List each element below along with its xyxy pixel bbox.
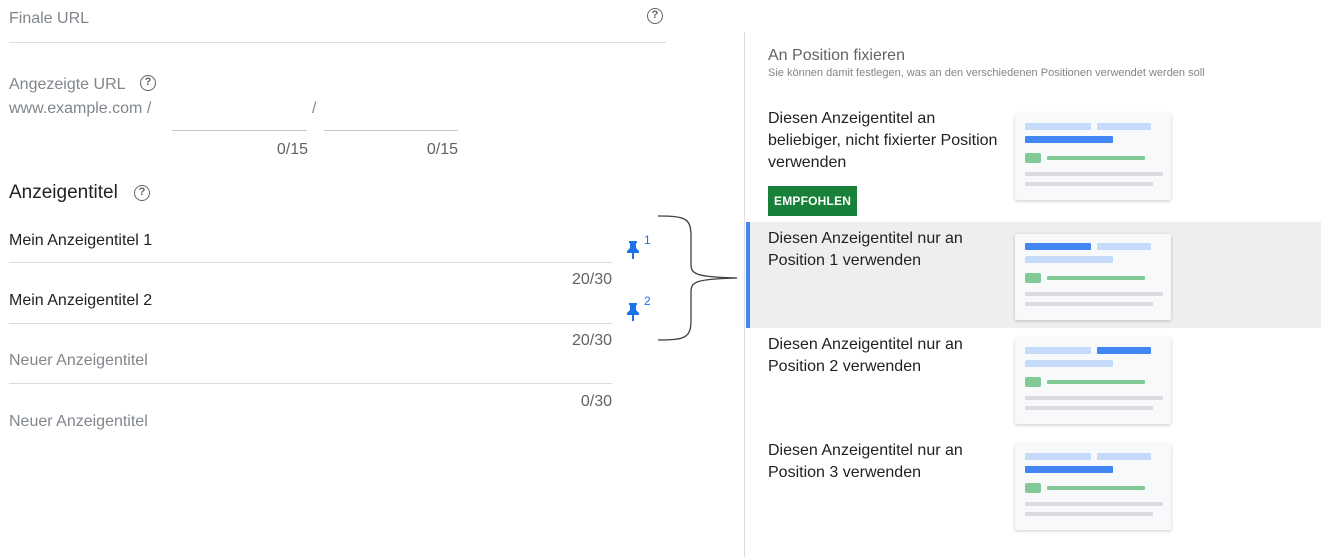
- headline-counter: 20/30: [571, 332, 612, 349]
- pin-option-label: Diesen Anzeigentitel nur an Position 2 v…: [768, 336, 963, 375]
- pin-option-label: Diesen Anzeigentitel nur an Position 3 v…: [768, 442, 963, 481]
- path2-input[interactable]: [324, 130, 458, 131]
- headline-counter: 0/30: [580, 393, 612, 410]
- headline-input-3[interactable]: Neuer Anzeigentitel: [9, 352, 148, 370]
- help-icon[interactable]: ?: [134, 185, 150, 201]
- pin-option-any[interactable]: Diesen Anzeigentitel an beliebiger, nich…: [746, 102, 1321, 220]
- headline-counter: 20/30: [571, 271, 612, 288]
- pin-panel-title: An Position fixieren: [768, 47, 905, 64]
- pin-option-position-1[interactable]: Diesen Anzeigentitel nur an Position 1 v…: [746, 222, 1321, 328]
- path1-counter: 0/15: [276, 141, 308, 158]
- ad-preview-thumbnail: [1015, 114, 1171, 200]
- headline-input-4[interactable]: Neuer Anzeigentitel: [9, 413, 148, 431]
- final-url-underline: [9, 42, 666, 43]
- bracket-connector: [657, 215, 738, 341]
- pin-option-position-2[interactable]: Diesen Anzeigentitel nur an Position 2 v…: [746, 330, 1321, 434]
- headline-underline: [9, 383, 612, 384]
- pin-icon[interactable]: [627, 302, 639, 327]
- help-icon[interactable]: ?: [140, 75, 156, 91]
- headlines-title: Anzeigentitel: [9, 182, 118, 203]
- headline-underline: [9, 262, 612, 263]
- ad-preview-thumbnail: [1015, 338, 1171, 424]
- display-url-domain: www.example.com /: [9, 100, 152, 117]
- panel-divider: [744, 32, 745, 557]
- path1-input[interactable]: [172, 130, 307, 131]
- pin-position-number: 1: [644, 233, 651, 247]
- display-url-label: Angezeigte URL: [9, 76, 126, 93]
- ad-preview-thumbnail: [1015, 444, 1171, 530]
- pin-option-label: Diesen Anzeigentitel nur an Position 1 v…: [768, 230, 963, 269]
- path-separator: /: [312, 100, 317, 117]
- pin-option-position-3[interactable]: Diesen Anzeigentitel nur an Position 3 v…: [746, 436, 1321, 540]
- recommended-badge: EMPFOHLEN: [768, 186, 858, 216]
- headline-input-2[interactable]: Mein Anzeigentitel 2: [9, 292, 152, 310]
- pin-option-label: Diesen Anzeigentitel an beliebiger, nich…: [768, 110, 998, 171]
- path2-counter: 0/15: [426, 141, 458, 158]
- pin-panel-subtitle: Sie können damit festlegen, was an den v…: [768, 67, 1205, 79]
- pin-position-number: 2: [644, 294, 651, 308]
- help-icon[interactable]: ?: [647, 8, 663, 24]
- selection-indicator: [746, 222, 750, 328]
- headline-underline: [9, 323, 612, 324]
- final-url-label[interactable]: Finale URL: [9, 10, 89, 28]
- ad-preview-thumbnail: [1015, 234, 1171, 320]
- headline-input-1[interactable]: Mein Anzeigentitel 1: [9, 232, 152, 250]
- pin-icon[interactable]: [627, 240, 639, 265]
